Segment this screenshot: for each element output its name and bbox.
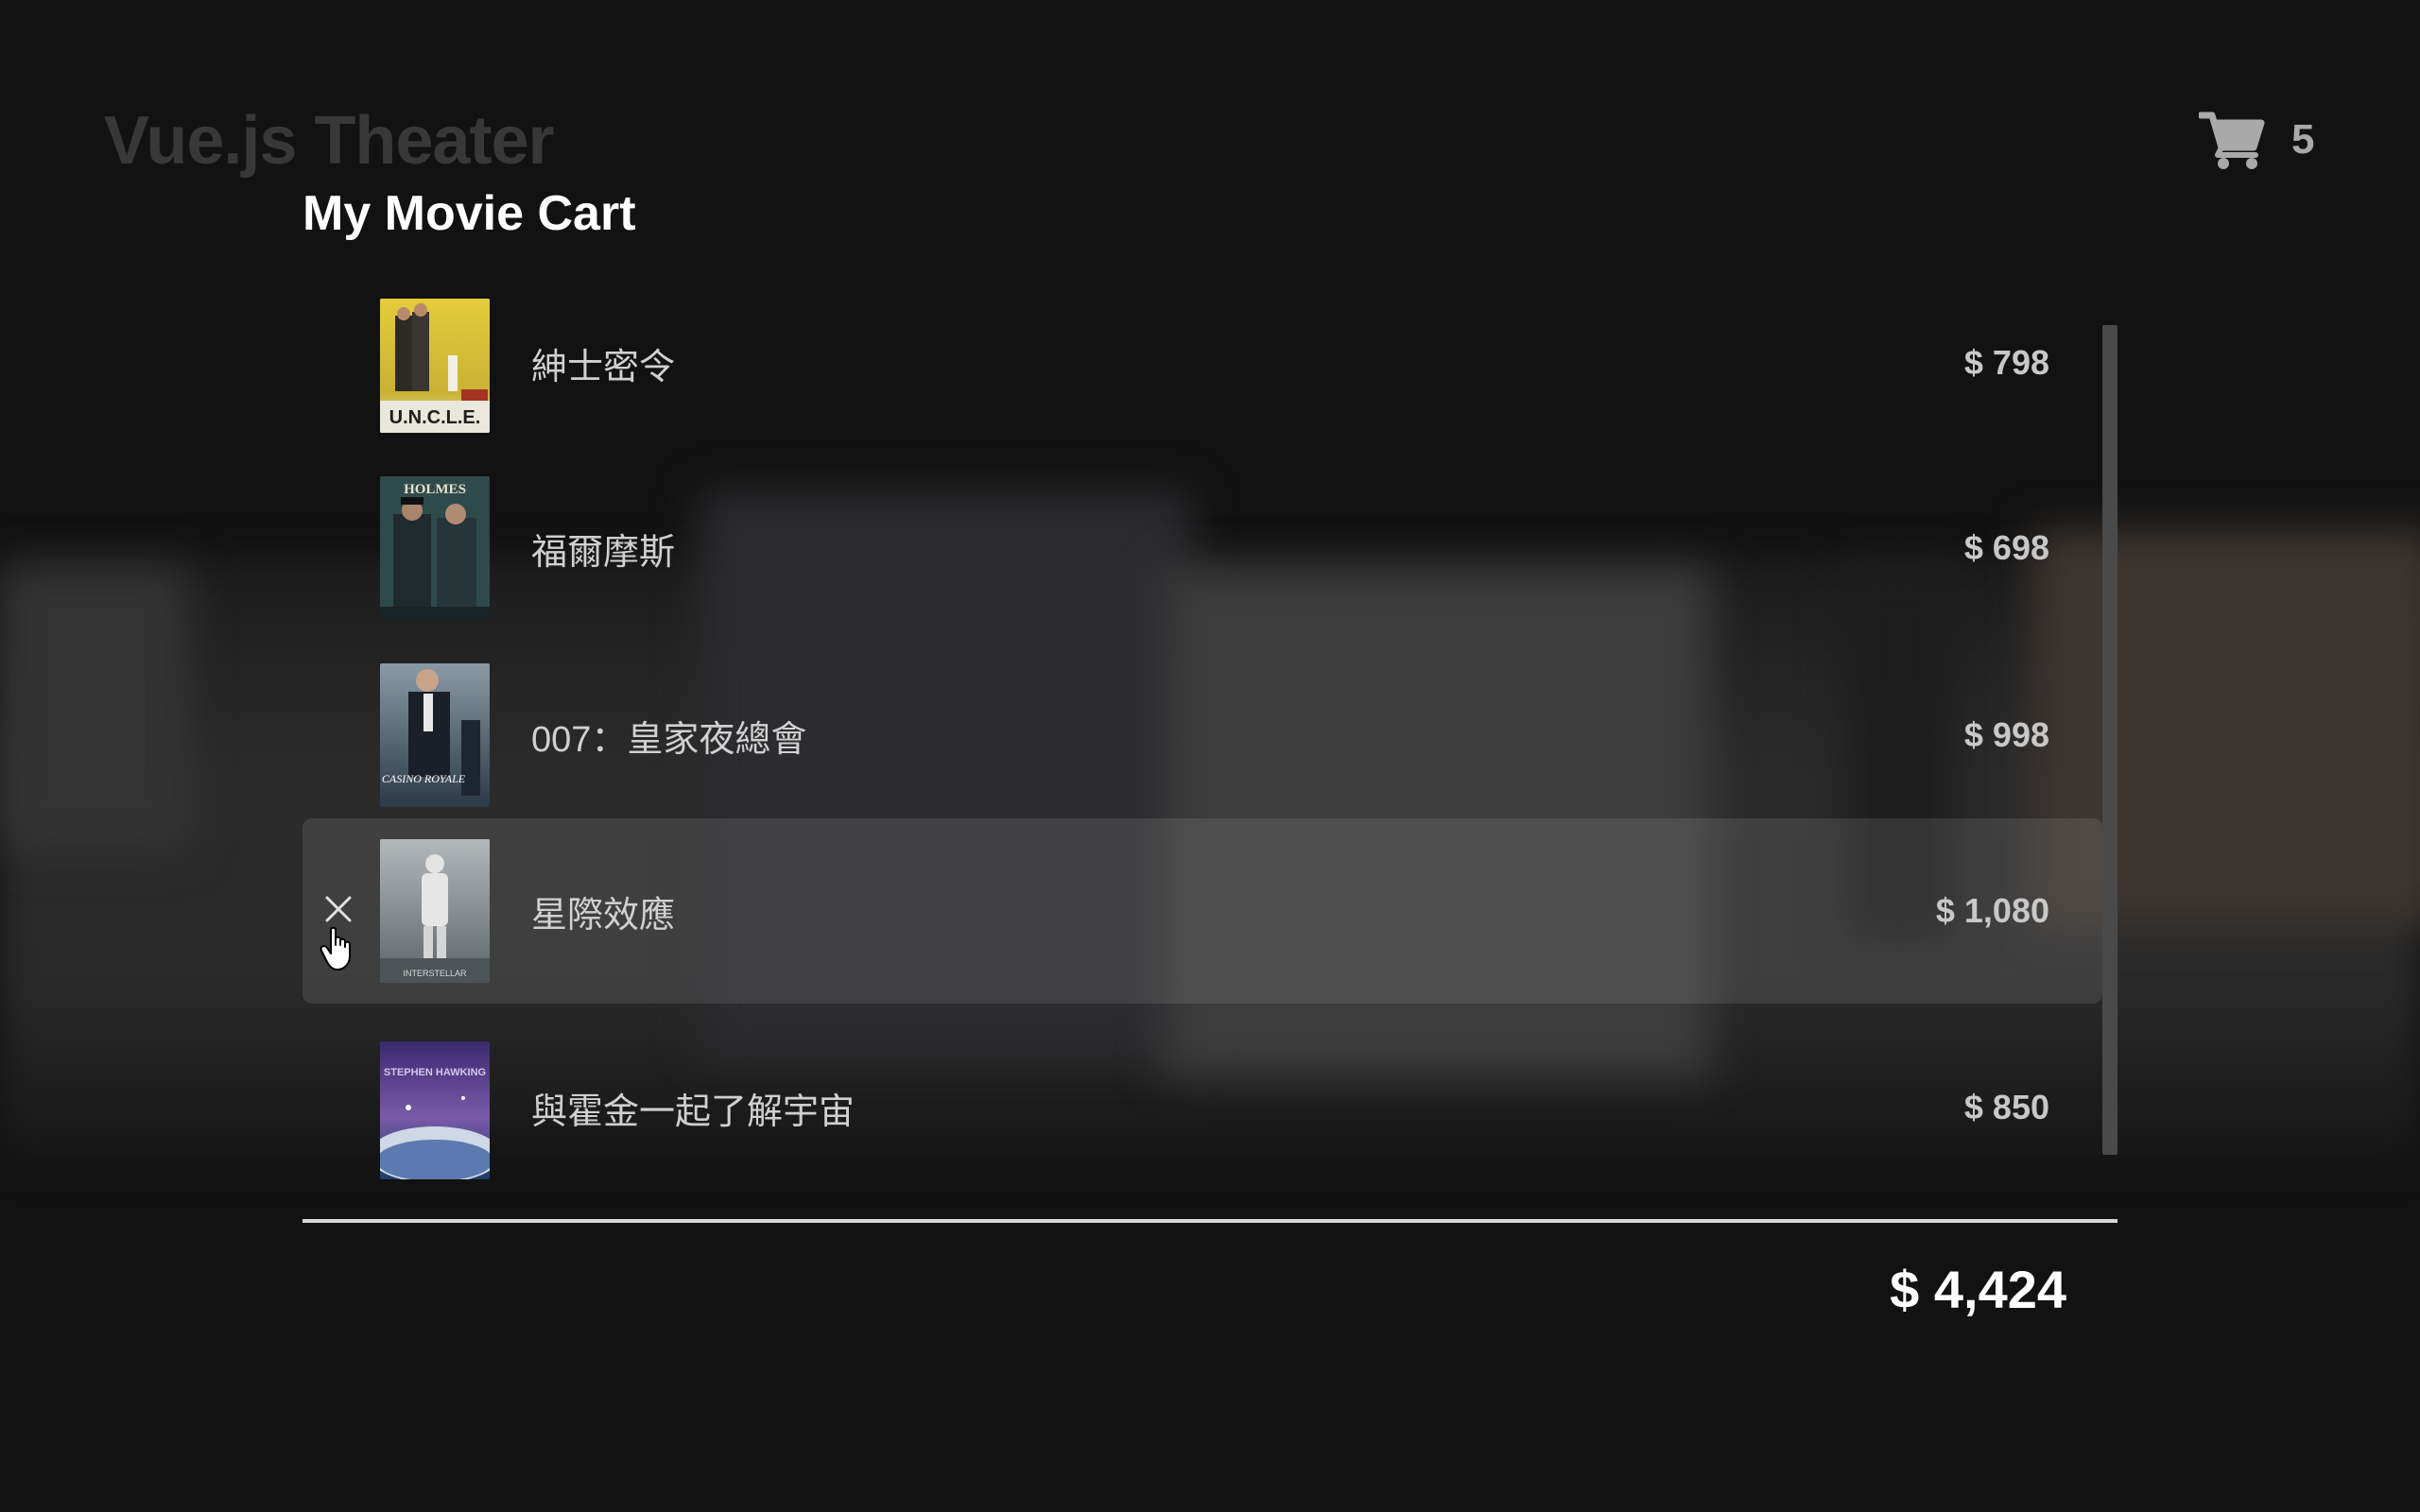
movie-title: 紳士密令 bbox=[531, 347, 676, 387]
movie-title: 與霍金一起了解宇宙 bbox=[531, 1091, 856, 1132]
app-stage: Vue.js Theater 5 My Movie Cart U.N.C.L.E… bbox=[0, 0, 2420, 1512]
cart-button[interactable]: 5 bbox=[2199, 106, 2314, 174]
dialog-title: My Movie Cart bbox=[302, 186, 636, 241]
poster-title-text: INTERSTELLAR bbox=[403, 969, 467, 978]
hand-pointer-cursor bbox=[320, 926, 357, 976]
sherlock-holmes-poster: HOLMES bbox=[380, 476, 490, 620]
into-the-universe-poster: STEPHEN HAWKING bbox=[380, 1041, 490, 1179]
movie-price: $ 1,080 bbox=[1935, 891, 2049, 930]
cart-item[interactable]: U.N.C.L.E. 紳士密令 $ 798 bbox=[302, 270, 2102, 455]
poster-title-text: U.N.C.L.E. bbox=[389, 407, 481, 428]
cart-item[interactable]: CASINO ROYALE 007：皇家夜總會 $ 998 bbox=[302, 643, 2102, 828]
the-man-from-uncle-poster: U.N.C.L.E. bbox=[380, 299, 490, 433]
shopping-cart-icon bbox=[2199, 110, 2265, 170]
movie-price: $ 798 bbox=[1963, 343, 2049, 382]
movie-title: 星際效應 bbox=[531, 895, 676, 936]
movie-title: 福爾摩斯 bbox=[531, 532, 676, 573]
movie-title: 007：皇家夜總會 bbox=[531, 719, 807, 760]
divider bbox=[302, 1219, 2118, 1223]
cart-item[interactable]: STEPHEN HAWKING 與霍金一起了解宇宙 $ 850 bbox=[302, 1015, 2102, 1200]
close-icon bbox=[324, 895, 353, 928]
cart-item[interactable]: HOLMES 福爾摩斯 $ 698 bbox=[302, 455, 2102, 641]
cart-item[interactable]: INTERSTELLAR 星際效應 $ 1,080 bbox=[302, 818, 2102, 1004]
background-poster bbox=[0, 567, 189, 850]
cart-count-badge: 5 bbox=[2291, 116, 2315, 163]
movie-price: $ 698 bbox=[1963, 528, 2049, 567]
movie-price: $ 998 bbox=[1963, 715, 2049, 754]
interstellar-poster: INTERSTELLAR bbox=[380, 839, 490, 983]
poster-title-text: CASINO ROYALE bbox=[382, 772, 466, 785]
poster-title-text: HOLMES bbox=[404, 482, 466, 497]
movie-price: $ 850 bbox=[1963, 1088, 2049, 1126]
poster-title-text: STEPHEN HAWKING bbox=[384, 1067, 486, 1078]
cart-total: $ 4,424 bbox=[1890, 1260, 2066, 1319]
scrollbar[interactable] bbox=[2102, 325, 2118, 1155]
casino-royale-poster: CASINO ROYALE bbox=[380, 663, 490, 807]
app-title: Vue.js Theater bbox=[104, 103, 555, 179]
